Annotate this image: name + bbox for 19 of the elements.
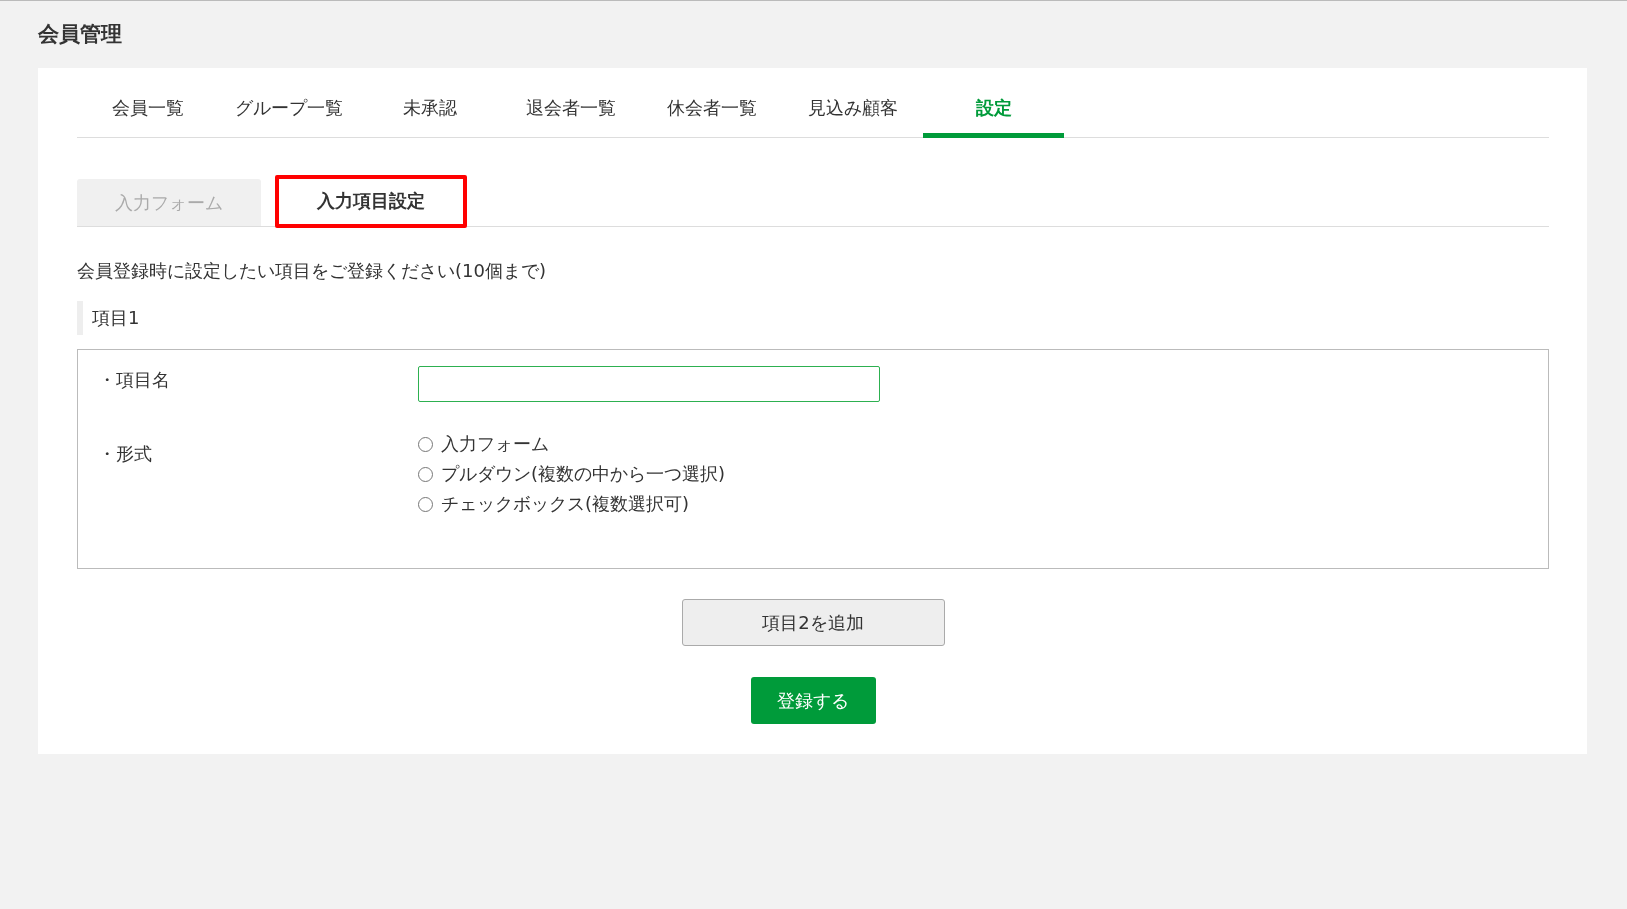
- nav-tab[interactable]: 設定: [923, 82, 1064, 138]
- nav-tab[interactable]: グループ一覧: [218, 82, 359, 138]
- item-heading: 項目1: [77, 301, 1549, 335]
- nav-tab[interactable]: 休会者一覧: [641, 82, 782, 138]
- radio-option[interactable]: 入力フォーム: [418, 432, 726, 456]
- radio-option[interactable]: プルダウン(複数の中から一つ選択): [418, 462, 726, 486]
- item-name-field[interactable]: [418, 366, 880, 402]
- nav-tab[interactable]: 会員一覧: [77, 82, 218, 138]
- sub-tab[interactable]: 入力項目設定: [275, 174, 467, 228]
- radio-option[interactable]: チェックボックス(複数選択可): [418, 492, 726, 516]
- register-button[interactable]: 登録する: [750, 677, 876, 724]
- nav-tab[interactable]: 見込み顧客: [782, 82, 923, 138]
- field-label: ・形式: [98, 442, 153, 466]
- nav-tab[interactable]: 退会者一覧: [500, 82, 641, 138]
- nav-tab[interactable]: 未承認: [359, 82, 500, 138]
- add-item-button[interactable]: 項目2を追加: [681, 599, 945, 646]
- field-label: ・項目名: [98, 368, 171, 392]
- page-title: 会員管理: [38, 21, 123, 48]
- description-text: 会員登録時に設定したい項目をご登録ください(10個まで): [77, 259, 547, 283]
